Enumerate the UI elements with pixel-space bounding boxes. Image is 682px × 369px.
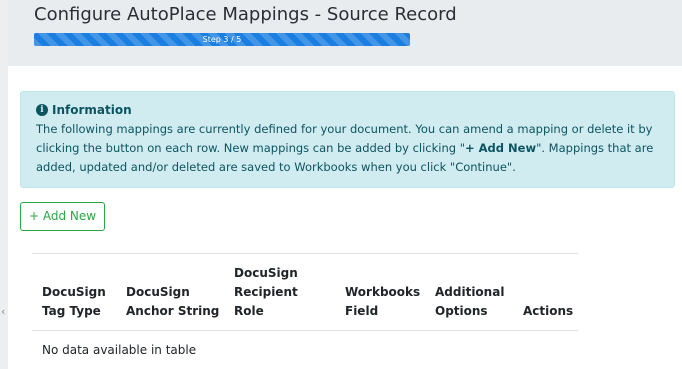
info-circle-icon: i <box>36 104 48 116</box>
progress-label: Step 3 / 5 <box>202 35 242 44</box>
step-progress-bar: Step 3 / 5 <box>34 33 410 46</box>
column-header-actions: Actions <box>513 253 578 331</box>
information-alert: i Information The following mappings are… <box>20 91 675 188</box>
header: Configure AutoPlace Mappings - Source Re… <box>8 0 682 66</box>
info-text-add-new: + Add New <box>465 141 537 155</box>
table-row: No data available in table <box>32 331 578 369</box>
column-header-additional-options[interactable]: Additional Options <box>425 253 513 331</box>
column-header-workbooks-field[interactable]: Workbooks Field <box>335 253 425 331</box>
info-title: i Information <box>36 102 660 118</box>
info-title-text: Information <box>52 103 132 117</box>
table-header-row: DocuSign Tag Type DocuSign Anchor String D… <box>32 253 578 331</box>
column-header-tag-type[interactable]: DocuSign Tag Type <box>32 253 116 331</box>
info-text: The following mappings are currently def… <box>36 120 660 177</box>
page-title: Configure AutoPlace Mappings - Source Re… <box>34 4 457 25</box>
column-header-anchor-string[interactable]: DocuSign Anchor String <box>116 253 224 331</box>
empty-table-message: No data available in table <box>42 342 197 357</box>
mappings-table: DocuSign Tag Type DocuSign Anchor String D… <box>32 253 578 369</box>
column-header-recipient-role[interactable]: DocuSign Recipient Role <box>224 253 335 331</box>
add-new-button[interactable]: + Add New <box>20 202 105 231</box>
main-content: i Information The following mappings are… <box>8 66 682 369</box>
